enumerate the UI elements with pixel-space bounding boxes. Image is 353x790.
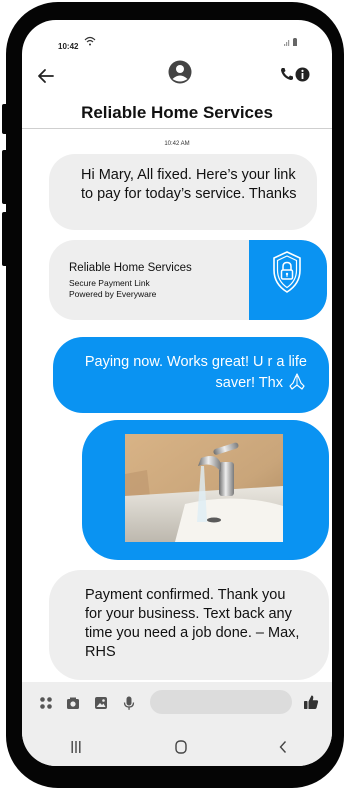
back-icon[interactable] [278,740,288,754]
microphone-icon[interactable] [122,696,136,710]
status-bar: 10:42 [22,20,332,60]
status-time: 10:42 [58,42,79,51]
home-icon[interactable] [175,740,187,754]
camera-icon[interactable] [66,696,80,710]
payment-link-card[interactable]: Reliable Home Services Secure Payment Li… [49,240,327,320]
phone-screen: 10:42 Reliable Home Services 10:42 AM Hi… [22,20,332,766]
phone-icon[interactable] [280,67,294,81]
link-title: Reliable Home Services [69,262,192,274]
outgoing-message-bubble[interactable]: Paying now. Works great! U r a life save… [53,337,329,413]
wifi-icon [84,36,96,46]
compose-bar [22,682,332,724]
arrow-left-icon[interactable] [37,68,55,84]
signal-battery-icon [284,38,297,46]
link-subtitle: Secure Payment Link [69,278,150,288]
thumbs-up-icon[interactable] [303,694,319,710]
message-text: Paying now. Works great! U r a life save… [84,354,307,391]
apps-icon[interactable] [39,696,53,710]
incoming-message-bubble[interactable]: Payment confirmed. Thank you for your bu… [49,570,329,680]
outgoing-image-bubble[interactable] [82,420,329,560]
link-provider: Powered by Everyware [69,289,157,299]
incoming-message-bubble[interactable]: Hi Mary, All fixed. Here’s your link to … [49,154,317,230]
system-nav-bar [22,724,332,766]
phone-side-button [2,212,10,266]
praying-hands-icon [289,373,305,390]
contact-name: Reliable Home Services [81,103,273,122]
link-icon-panel [249,240,327,320]
message-text: Hi Mary, All fixed. Here’s your link to … [81,167,297,202]
message-input[interactable] [150,690,292,714]
phone-side-button [2,150,10,204]
message-timestamp: 10:42 AM [164,141,190,147]
faucet-photo[interactable] [125,434,283,542]
message-text: Payment confirmed. Thank you for your bu… [85,587,300,660]
person-avatar-icon[interactable] [168,60,192,84]
gallery-icon[interactable] [94,696,108,710]
phone-side-button [2,104,10,134]
shield-lock-icon [273,251,301,293]
info-icon[interactable] [295,67,310,82]
recents-icon[interactable] [70,740,82,754]
header-divider [22,128,332,129]
